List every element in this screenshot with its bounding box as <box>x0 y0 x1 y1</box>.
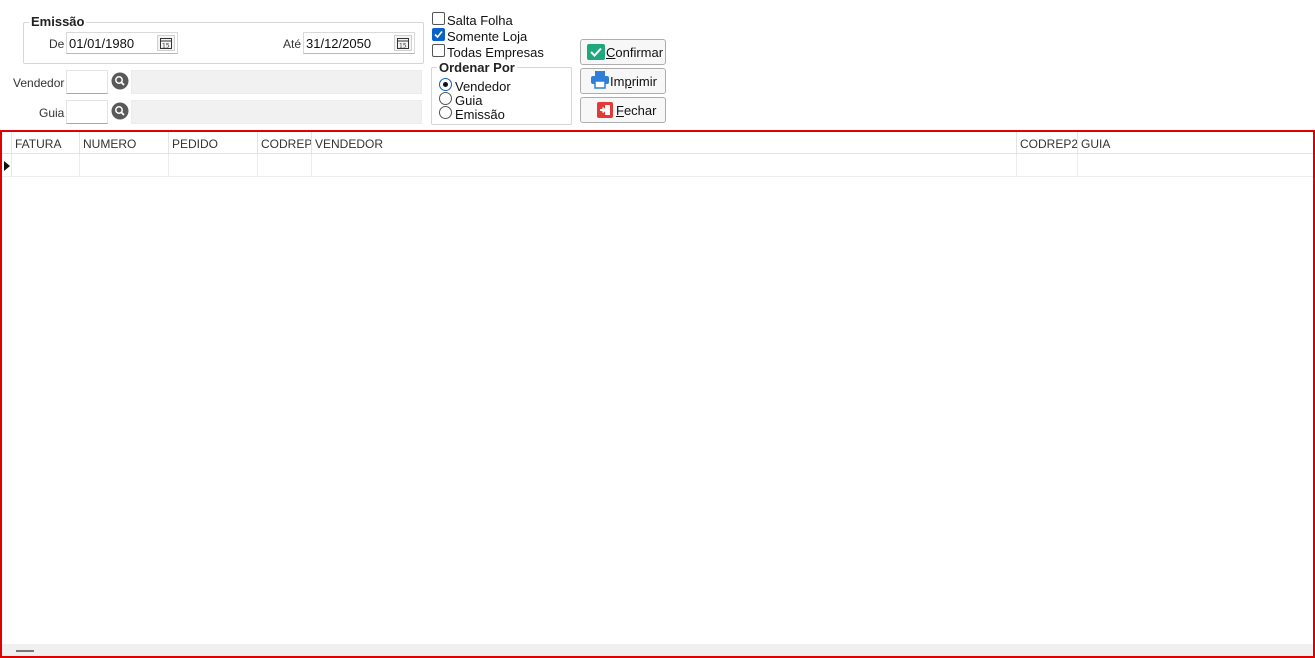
column-header-vendedor[interactable]: VENDEDOR <box>312 132 1017 154</box>
todas-empresas-label: Todas Empresas <box>447 45 544 60</box>
table-cell[interactable] <box>12 154 80 176</box>
imprimir-button[interactable]: Imprimir <box>580 68 666 94</box>
guia-label: Guia <box>39 106 65 120</box>
de-calendar-icon[interactable]: 15 <box>157 35 175 51</box>
vendedor-label: Vendedor <box>13 76 65 90</box>
somente-loja-label: Somente Loja <box>447 29 528 44</box>
grid-header: FATURA NUMERO PEDIDO CODREP VENDEDOR COD… <box>2 132 1313 154</box>
ordenar-group-title: Ordenar Por <box>437 60 517 75</box>
horizontal-scrollbar[interactable] <box>2 644 1313 656</box>
scrollbar-thumb[interactable] <box>16 650 34 652</box>
table-cell[interactable] <box>1078 154 1313 176</box>
ordenar-guia-radio[interactable] <box>439 92 452 105</box>
de-label: De <box>49 37 65 51</box>
ordenar-emissao-label: Emissão <box>455 107 505 122</box>
fechar-label: Fechar <box>616 103 657 118</box>
table-cell[interactable] <box>1017 154 1078 176</box>
column-header-fatura[interactable]: FATURA <box>12 132 80 154</box>
column-header-pedido[interactable]: PEDIDO <box>169 132 258 154</box>
svg-text:15: 15 <box>162 43 170 50</box>
exit-icon <box>597 102 613 118</box>
ordenar-vendedor-radio[interactable] <box>439 78 452 91</box>
confirmar-label: Confirmar <box>606 45 664 60</box>
table-cell[interactable] <box>169 154 258 176</box>
guia-search-icon[interactable] <box>111 102 129 120</box>
check-icon <box>587 44 605 60</box>
todas-empresas-checkbox[interactable] <box>432 44 445 57</box>
de-date-value: 01/01/1980 <box>69 36 135 51</box>
vendedor-search-icon[interactable] <box>111 72 129 90</box>
table-cell[interactable] <box>258 154 312 176</box>
ordenar-guia-label: Guia <box>455 93 483 108</box>
ordenar-emissao-radio[interactable] <box>439 106 452 119</box>
vendedor-name-field <box>131 70 422 94</box>
vendedor-code-input[interactable] <box>66 70 108 94</box>
salta-folha-label: Salta Folha <box>447 13 513 28</box>
de-date-field[interactable]: 01/01/1980 15 <box>66 32 178 54</box>
ate-date-value: 31/12/2050 <box>306 36 372 51</box>
guia-name-field <box>131 100 422 124</box>
salta-folha-checkbox[interactable] <box>432 12 445 25</box>
current-row-pointer-icon <box>4 161 10 171</box>
guia-code-input[interactable] <box>66 100 108 124</box>
data-grid[interactable]: FATURA NUMERO PEDIDO CODREP VENDEDOR COD… <box>0 130 1315 658</box>
table-row[interactable] <box>2 154 1313 177</box>
somente-loja-checkbox[interactable] <box>432 28 445 41</box>
table-cell[interactable] <box>80 154 169 176</box>
column-header-numero[interactable]: NUMERO <box>80 132 169 154</box>
column-header-codrep[interactable]: CODREP <box>258 132 312 154</box>
ate-label: Até <box>283 37 302 51</box>
svg-text:15: 15 <box>399 43 407 50</box>
printer-icon <box>591 71 609 89</box>
ate-calendar-icon[interactable]: 15 <box>394 35 412 51</box>
column-header-codrep2[interactable]: CODREP2 <box>1017 132 1078 154</box>
column-header-guia[interactable]: GUIA <box>1078 132 1313 154</box>
fechar-button[interactable]: Fechar <box>580 97 666 123</box>
confirmar-button[interactable]: Confirmar <box>580 39 666 65</box>
emissao-group-title: Emissão <box>29 14 87 29</box>
ordenar-vendedor-label: Vendedor <box>455 79 511 94</box>
ate-date-field[interactable]: 31/12/2050 15 <box>303 32 415 54</box>
table-cell[interactable] <box>312 154 1017 176</box>
imprimir-label: Imprimir <box>610 74 657 89</box>
